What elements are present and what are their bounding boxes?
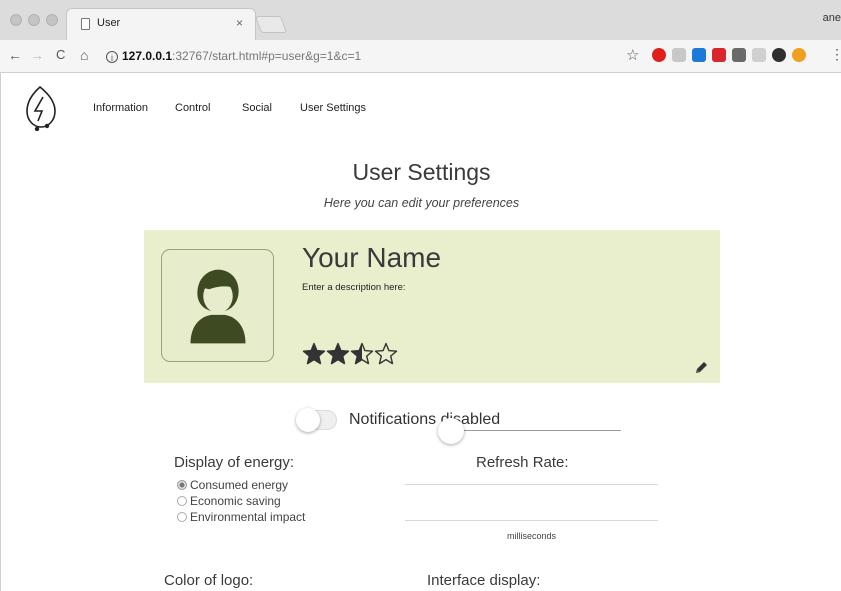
- rating-stars[interactable]: [302, 342, 412, 370]
- page-extension-icon[interactable]: [752, 48, 766, 62]
- toggle-knob[interactable]: [296, 408, 320, 432]
- trello-extension-icon[interactable]: [692, 48, 706, 62]
- profile-name-field[interactable]: Your Name: [302, 242, 441, 274]
- logo-color-label: Color of logo:: [164, 572, 254, 589]
- notifications-toggle[interactable]: [296, 408, 337, 432]
- page-title: User Settings: [352, 159, 491, 185]
- address-bar[interactable]: i 127.0.0.1:32767/start.html#p=user&g=1&c…: [106, 44, 841, 68]
- refresh-rate-slider-track[interactable]: [443, 430, 621, 431]
- evernote-extension-icon[interactable]: [772, 48, 786, 62]
- radio-checked-icon: [177, 480, 187, 490]
- document-icon: [81, 18, 90, 30]
- profile-card: Your Name Enter a description here:: [144, 230, 720, 383]
- energy-display-label: Display of energy:: [174, 454, 295, 471]
- url-host: 127.0.0.1: [122, 49, 173, 63]
- radio-unchecked-icon: [177, 496, 187, 506]
- close-window-button[interactable]: [10, 14, 22, 26]
- page-content: Information Control Social User Settings…: [0, 73, 841, 591]
- tab-title: User: [97, 17, 121, 29]
- notifications-label: Notifications disabled: [349, 411, 501, 428]
- profile-description-field[interactable]: Enter a description here:: [302, 282, 406, 293]
- radio-consumed-energy[interactable]: Consumed energy: [177, 478, 288, 492]
- star-empty-icon[interactable]: [374, 342, 398, 366]
- nav-item-information[interactable]: Information: [93, 102, 148, 114]
- browser-menu-icon[interactable]: ⋮: [830, 46, 841, 63]
- nav-item-user-settings[interactable]: User Settings: [300, 102, 366, 114]
- star-filled-icon[interactable]: [326, 342, 350, 366]
- star-half-icon[interactable]: [350, 342, 374, 366]
- refresh-rate-label: Refresh Rate:: [476, 454, 569, 471]
- tab-close-button[interactable]: ×: [236, 16, 243, 30]
- forward-button[interactable]: →: [30, 47, 44, 63]
- lightning-logo-icon[interactable]: [23, 83, 59, 131]
- nav-item-control[interactable]: Control: [175, 102, 210, 114]
- reload-button[interactable]: C: [56, 47, 65, 62]
- browser-tab[interactable]: User ×: [66, 8, 256, 40]
- browser-tab-bar: User × ane: [0, 0, 841, 41]
- page-subtitle: Here you can edit your preferences: [323, 196, 520, 210]
- slider-divider-top: [405, 484, 658, 485]
- home-button[interactable]: ⌂: [80, 47, 88, 63]
- radio-unchecked-icon: [177, 512, 187, 522]
- slider-divider-bottom: [405, 520, 658, 521]
- back-button[interactable]: ←: [8, 47, 22, 63]
- opera-extension-icon[interactable]: [652, 48, 666, 62]
- pencil-edit-icon[interactable]: [693, 360, 709, 376]
- mail-extension-icon[interactable]: [712, 48, 726, 62]
- info-icon[interactable]: i: [106, 51, 118, 63]
- hand-extension-icon[interactable]: [792, 48, 806, 62]
- radio-economic-saving[interactable]: Economic saving: [177, 494, 281, 508]
- camera-extension-icon[interactable]: [672, 48, 686, 62]
- browser-toolbar: ← → C ⌂ i 127.0.0.1:32767/start.html#p=us…: [0, 40, 841, 73]
- shield-extension-icon[interactable]: [732, 48, 746, 62]
- radio-environmental-impact[interactable]: Environmental impact: [177, 510, 305, 524]
- user-avatar-icon: [190, 269, 246, 344]
- star-filled-icon[interactable]: [302, 342, 326, 366]
- zoom-window-button[interactable]: [46, 14, 58, 26]
- interface-display-label: Interface display:: [427, 572, 541, 589]
- refresh-rate-unit: milliseconds: [506, 531, 557, 541]
- url-path: :32767/start.html#p=user&g=1&c=1: [172, 49, 362, 63]
- avatar[interactable]: [161, 249, 274, 362]
- nav-item-social[interactable]: Social: [242, 102, 272, 114]
- new-tab-button[interactable]: [254, 16, 288, 33]
- profile-name[interactable]: ane: [823, 12, 841, 24]
- refresh-rate-slider-knob[interactable]: [438, 418, 464, 444]
- minimize-window-button[interactable]: [28, 14, 40, 26]
- bookmark-star-icon[interactable]: ☆: [626, 46, 639, 64]
